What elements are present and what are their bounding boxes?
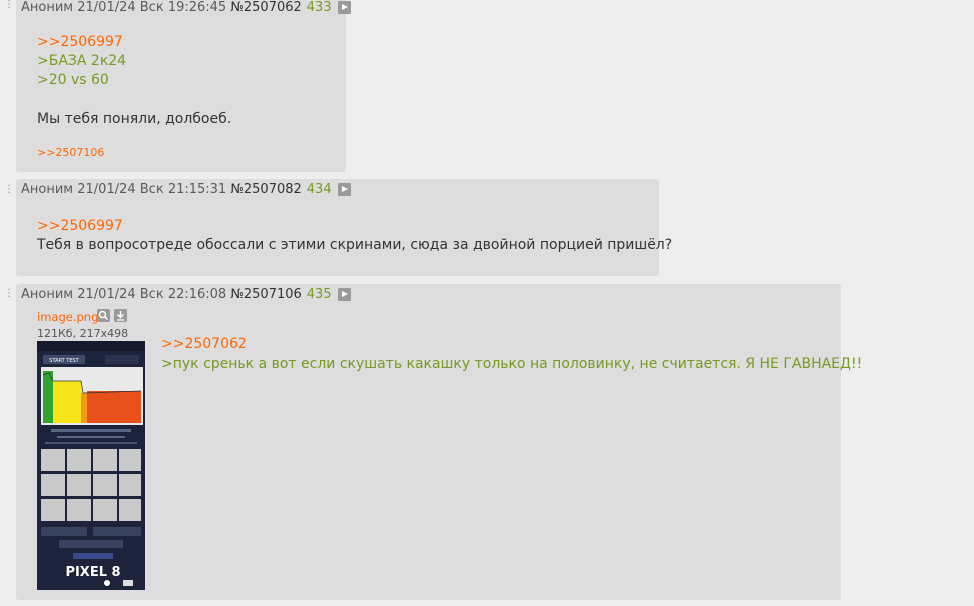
post-date: 21/01/24 Вск 21:15:31 bbox=[77, 182, 227, 197]
post-count: 434 bbox=[306, 182, 332, 197]
attachment-filename[interactable]: image.png bbox=[37, 310, 98, 324]
attachment-thumbnail[interactable]: START TEST PIXEL 8 bbox=[37, 341, 145, 590]
post-number[interactable]: №2507106 bbox=[230, 287, 301, 302]
attachment-info: 121Кб, 217x498 bbox=[37, 327, 129, 340]
poster-name: Аноним bbox=[21, 287, 74, 302]
play-icon[interactable] bbox=[337, 288, 351, 301]
post-header: Аноним 21/01/24 Вск 22:16:08 №2507106 43… bbox=[21, 287, 351, 302]
post-count: 435 bbox=[306, 287, 332, 302]
greentext-line: >БАЗА 2к24 bbox=[37, 53, 127, 69]
post-date: 21/01/24 Вск 19:26:45 bbox=[77, 0, 227, 15]
post-count: 433 bbox=[306, 0, 332, 15]
post-number[interactable]: №2507062 bbox=[230, 0, 301, 15]
download-icon[interactable] bbox=[114, 309, 127, 322]
reply-link[interactable]: >>2507062 bbox=[161, 335, 247, 355]
greentext-line: >20 vs 60 bbox=[37, 72, 109, 88]
greentext-line: >пук среньк а вот если скушать какашку т… bbox=[161, 356, 863, 372]
svg-text:START TEST: START TEST bbox=[49, 358, 79, 364]
backlink[interactable]: >>2507106 bbox=[37, 146, 104, 159]
reply-link[interactable]: >>2506997 bbox=[37, 217, 123, 237]
play-icon[interactable] bbox=[337, 183, 351, 196]
post-text: Мы тебя поняли, долбоеб. bbox=[37, 111, 232, 127]
play-icon[interactable] bbox=[337, 1, 351, 14]
post-header: Аноним 21/01/24 Вск 21:15:31 №2507082 43… bbox=[21, 182, 351, 197]
svg-text:PIXEL 8: PIXEL 8 bbox=[65, 565, 120, 580]
post-date: 21/01/24 Вск 22:16:08 bbox=[77, 287, 227, 302]
post-text: Тебя в вопросотреде обоссали с этими скр… bbox=[37, 237, 673, 253]
poster-name: Аноним bbox=[21, 0, 74, 15]
poster-name: Аноним bbox=[21, 182, 74, 197]
reply-link[interactable]: >>2506997 bbox=[37, 33, 123, 53]
post-number[interactable]: №2507082 bbox=[230, 182, 301, 197]
search-icon[interactable] bbox=[97, 309, 110, 322]
post-header: Аноним 21/01/24 Вск 19:26:45 №2507062 43… bbox=[21, 0, 351, 15]
